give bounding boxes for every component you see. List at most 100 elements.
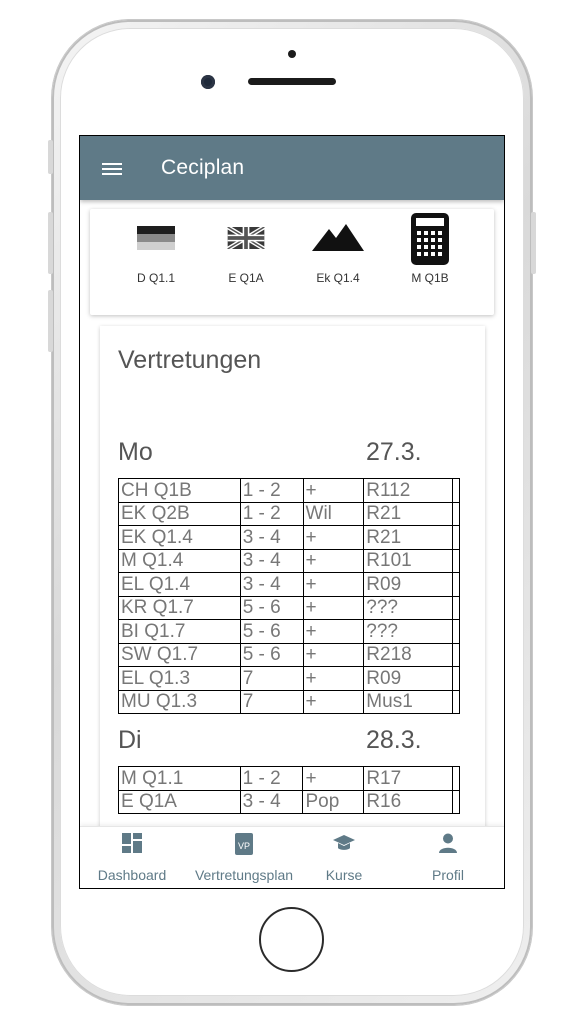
table-cell: + bbox=[302, 766, 365, 791]
table-cell: M Q1.1 bbox=[118, 766, 241, 791]
table-cell: ??? bbox=[363, 619, 453, 644]
substitution-table-monday: CH Q1B 1 - 2 + R112 EK Q2B 1 - 2 Wil R21 EK Q1.4… bbox=[118, 478, 460, 714]
nav-label: Dashboard bbox=[97, 867, 167, 883]
nav-label: Kurse bbox=[325, 867, 363, 883]
home-button[interactable] bbox=[259, 907, 324, 972]
table-cell: R16 bbox=[363, 789, 453, 814]
table-cell bbox=[451, 766, 461, 791]
table-cell: CH Q1B bbox=[118, 478, 241, 503]
app-title: Ceciplan bbox=[161, 156, 245, 179]
course-label: D Q1.1 bbox=[136, 271, 175, 285]
table-cell: EK Q2B bbox=[118, 501, 241, 526]
table-cell: MU Q1.3 bbox=[118, 689, 241, 714]
table-cell: Pop bbox=[302, 789, 365, 814]
table-cell: ??? bbox=[363, 595, 453, 620]
table-row: KR Q1.7 5 - 6 +??? bbox=[118, 595, 460, 620]
table-cell: + bbox=[302, 689, 365, 714]
table-cell bbox=[452, 478, 460, 503]
day-date: 27.3. bbox=[366, 438, 422, 466]
day-name: Mo bbox=[118, 438, 153, 466]
course-bar: D Q1.1 E Q1A Ek Q1.4 M Q1B bbox=[90, 209, 494, 315]
table-cell: + bbox=[302, 619, 365, 644]
course-item-d-q1-1[interactable]: D Q1.1 bbox=[116, 209, 196, 315]
table-cell: SW Q1.7 bbox=[118, 642, 241, 667]
table-cell: + bbox=[302, 595, 365, 620]
proximity-sensor bbox=[288, 50, 296, 58]
table-cell: 5 - 6 bbox=[239, 619, 304, 644]
table-row: EL Q1.4 3 - 4 + R09 bbox=[118, 572, 460, 597]
nav-label: Vertretungsplan bbox=[194, 867, 294, 883]
table-cell bbox=[452, 666, 460, 691]
app-screen: Ceciplan D Q1.1 E Q1A Ek Q1.4 M Q1B Vert… bbox=[79, 135, 505, 889]
table-cell: EL Q1.3 bbox=[118, 666, 241, 691]
app-bar: Ceciplan bbox=[80, 136, 504, 200]
mute-switch bbox=[48, 140, 53, 174]
table-row: M Q1.1 1 - 2 + R17 bbox=[118, 766, 461, 791]
course-label: Ek Q1.4 bbox=[316, 271, 360, 285]
table-cell: R17 bbox=[363, 766, 453, 791]
table-cell: + bbox=[302, 666, 365, 691]
dashboard-icon bbox=[122, 833, 142, 853]
course-item-e-q1a[interactable]: E Q1A bbox=[206, 209, 286, 315]
course-label: M Q1B bbox=[411, 271, 449, 285]
table-cell: R101 bbox=[363, 548, 453, 573]
table-cell bbox=[452, 501, 460, 526]
table-cell: R112 bbox=[363, 478, 453, 503]
course-item-m-q1b[interactable]: M Q1B bbox=[390, 209, 470, 315]
table-cell: 5 - 6 bbox=[239, 595, 304, 620]
graduation-cap-icon bbox=[333, 835, 355, 850]
table-cell: + bbox=[302, 572, 365, 597]
table-cell: Wil bbox=[302, 501, 365, 526]
table-cell: + bbox=[302, 525, 365, 550]
table-cell: R09 bbox=[363, 572, 453, 597]
menu-icon[interactable] bbox=[102, 159, 126, 177]
table-cell bbox=[452, 525, 460, 550]
table-cell: KR Q1.7 bbox=[118, 595, 241, 620]
course-item-ek-q1-4[interactable]: Ek Q1.4 bbox=[298, 209, 378, 315]
table-cell bbox=[452, 642, 460, 667]
table-cell: 3 - 4 bbox=[239, 789, 304, 814]
table-cell: BI Q1.7 bbox=[118, 619, 241, 644]
table-cell: R21 bbox=[363, 501, 453, 526]
nav-profil[interactable]: Profil bbox=[408, 827, 488, 888]
nav-vertretungsplan[interactable]: VP Vertretungsplan bbox=[184, 827, 304, 888]
table-cell: 3 - 4 bbox=[239, 548, 304, 573]
vp-icon: VP bbox=[235, 833, 253, 855]
calculator-icon bbox=[411, 213, 449, 265]
substitution-table-tuesday: M Q1.1 1 - 2 + R17 E Q1A 3 - 4 Pop R16 bbox=[118, 766, 461, 814]
table-cell: R218 bbox=[363, 642, 453, 667]
nav-kurse[interactable]: Kurse bbox=[304, 827, 384, 888]
table-cell bbox=[452, 689, 460, 714]
substitution-card: Vertretungen Mo 27.3. CH Q1B 1 - 2 + R112 EK… bbox=[100, 326, 485, 888]
table-cell: 1 - 2 bbox=[239, 766, 304, 791]
table-cell: EL Q1.4 bbox=[118, 572, 241, 597]
table-row: E Q1A 3 - 4 Pop R16 bbox=[118, 789, 461, 814]
table-cell: EK Q1.4 bbox=[118, 525, 241, 550]
course-label: E Q1A bbox=[228, 271, 264, 285]
table-row: EK Q2B 1 - 2 Wil R21 bbox=[118, 501, 460, 526]
mountain-icon bbox=[312, 224, 364, 251]
table-cell bbox=[452, 595, 460, 620]
table-cell: 7 bbox=[239, 689, 304, 714]
table-row: SW Q1.7 5 - 6 + R218 bbox=[118, 642, 460, 667]
table-cell: + bbox=[302, 548, 365, 573]
front-camera bbox=[201, 75, 215, 89]
table-cell: 7 bbox=[239, 666, 304, 691]
day-date: 28.3. bbox=[366, 726, 422, 754]
table-cell: 3 - 4 bbox=[239, 525, 304, 550]
table-cell: R09 bbox=[363, 666, 453, 691]
table-row: EL Q1.3 7 + R09 bbox=[118, 666, 460, 691]
day-name: Di bbox=[118, 726, 142, 754]
vp-icon-text: VP bbox=[237, 841, 250, 851]
table-cell: + bbox=[302, 478, 365, 503]
nav-label: Profil bbox=[432, 867, 464, 883]
substitution-title: Vertretungen bbox=[118, 346, 262, 374]
table-cell: M Q1.4 bbox=[118, 548, 241, 573]
power-button bbox=[531, 212, 536, 274]
nav-dashboard[interactable]: Dashboard bbox=[80, 827, 184, 888]
table-row: M Q1.4 3 - 4 + R101 bbox=[118, 548, 460, 573]
table-cell bbox=[452, 572, 460, 597]
german-flag-icon bbox=[137, 226, 175, 250]
table-row: BI Q1.7 5 - 6 +??? bbox=[118, 619, 460, 644]
uk-flag-icon bbox=[227, 227, 265, 249]
